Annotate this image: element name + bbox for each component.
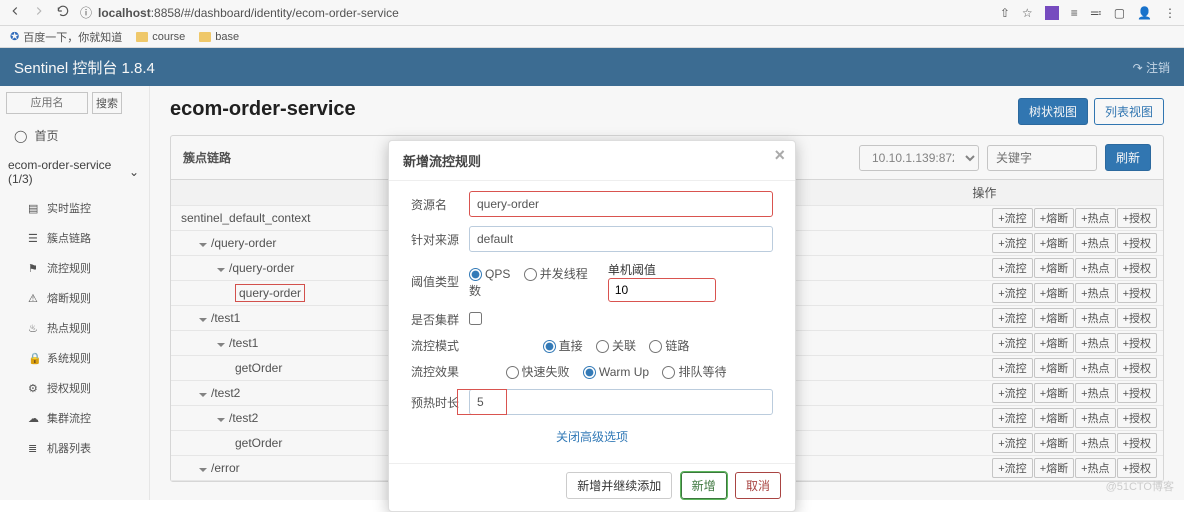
toggle-advanced-link[interactable]: 关闭高级选项 (411, 424, 773, 453)
add-flow-rule-modal: 新增流控规则 × 资源名 针对来源 阈值类型 QPS 并发线程数 单机阈值 是否… (388, 140, 796, 512)
radio-failfast[interactable]: 快速失败 (506, 365, 570, 379)
radio-direct[interactable]: 直接 (543, 339, 583, 353)
radio-queue[interactable]: 排队等待 (662, 365, 726, 379)
threshold-input[interactable] (608, 278, 716, 302)
label-single-threshold: 单机阈值 (608, 263, 656, 277)
label-effect: 流控效果 (411, 363, 469, 380)
source-input[interactable] (469, 226, 773, 252)
label-cluster: 是否集群 (411, 311, 469, 328)
label-resource: 资源名 (411, 196, 469, 213)
resource-input[interactable] (469, 191, 773, 217)
add-and-continue-button[interactable]: 新增并继续添加 (566, 472, 672, 499)
radio-qps[interactable]: QPS (469, 267, 510, 281)
label-source: 针对来源 (411, 231, 469, 248)
label-warmup: 预热时长 (411, 394, 469, 411)
cluster-checkbox[interactable] (469, 312, 482, 325)
add-button[interactable]: 新增 (681, 472, 727, 499)
modal-title: 新增流控规则 (403, 154, 481, 169)
radio-relation[interactable]: 关联 (596, 339, 636, 353)
warmup-input[interactable] (469, 389, 773, 415)
cancel-button[interactable]: 取消 (735, 472, 781, 499)
radio-chain[interactable]: 链路 (649, 339, 689, 353)
watermark: @51CTO博客 (1106, 478, 1174, 494)
close-icon[interactable]: × (774, 145, 785, 166)
label-type: 阈值类型 (411, 273, 469, 290)
radio-warmup[interactable]: Warm Up (583, 365, 649, 379)
label-mode: 流控模式 (411, 337, 469, 354)
